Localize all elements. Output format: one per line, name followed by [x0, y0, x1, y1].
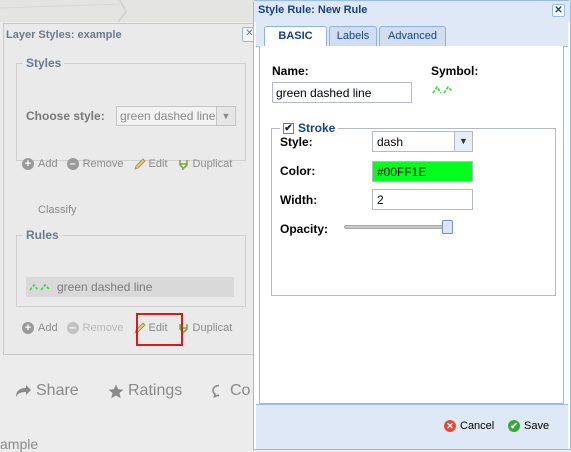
stroke-width-label: Width:	[280, 193, 318, 207]
styles-toolbar: + Add – Remove Edit Duplicat	[22, 155, 241, 173]
duplicate-rule-label: Duplicat	[192, 322, 233, 334]
rules-toolbar: + Add – Remove Edit Duplicat	[22, 319, 241, 337]
classify-link[interactable]: Classify	[38, 204, 77, 216]
duplicate-rule-button[interactable]: Duplicat	[177, 322, 233, 335]
styles-legend: Styles	[26, 56, 62, 70]
green-dash-symbol-icon	[29, 283, 50, 291]
add-rule-label: Add	[38, 322, 58, 334]
stroke-width-input[interactable]: 2	[372, 189, 473, 210]
slider-track	[344, 225, 448, 229]
cancel-label: Cancel	[460, 420, 495, 432]
cancel-icon: ✕	[444, 420, 456, 432]
bottom-action-bar: Share Ratings Co	[0, 372, 258, 412]
add-icon: +	[22, 158, 34, 170]
slider-thumb[interactable]	[442, 220, 453, 234]
stroke-style-select[interactable]: dash ▼	[372, 131, 473, 152]
stroke-legend: ✔ Stroke	[280, 121, 339, 135]
stroke-style-label: Style:	[280, 135, 313, 149]
edit-button-highlight	[136, 313, 183, 346]
remove-icon: –	[66, 158, 79, 170]
basic-tab-panel: Name: Symbol: green dashed line ✔ Stroke…	[259, 46, 564, 404]
remove-style-button[interactable]: – Remove	[66, 158, 124, 170]
comments-button[interactable]: Co	[212, 382, 250, 400]
map-background	[0, 0, 258, 22]
rules-legend: Rules	[26, 228, 59, 242]
ratings-button[interactable]: Ratings	[108, 382, 182, 400]
dialog-header: Style Rule: New Rule ✕	[254, 1, 570, 22]
share-button[interactable]: Share	[14, 382, 79, 400]
tab-labels[interactable]: Labels	[329, 26, 377, 46]
duplicate-style-button[interactable]: Duplicat	[177, 158, 233, 171]
edit-style-label: Edit	[148, 158, 168, 170]
add-style-button[interactable]: + Add	[22, 158, 58, 170]
style-rule-dialog: Style Rule: New Rule ✕ BASIC Labels Adva…	[253, 0, 571, 450]
dialog-footer: ✕ Cancel ✔ Save	[256, 404, 568, 449]
share-label: Share	[36, 382, 79, 399]
tab-basic[interactable]: BASIC	[264, 26, 327, 47]
duplicate-icon	[178, 159, 188, 170]
tab-advanced[interactable]: Advanced	[379, 26, 446, 46]
dialog-title: Style Rule: New Rule	[258, 4, 368, 16]
star-icon	[108, 384, 124, 398]
save-button[interactable]: ✔ Save	[508, 420, 549, 432]
chevron-down-icon: ▼	[216, 107, 235, 125]
stroke-color-label: Color:	[280, 164, 316, 178]
choose-style-value: green dashed line	[120, 109, 216, 123]
comments-label: Co	[230, 382, 251, 399]
remove-rule-label: Remove	[82, 322, 124, 334]
stroke-style-value: dash	[377, 135, 404, 149]
edit-style-button[interactable]: Edit	[133, 157, 168, 171]
map-roads	[0, 0, 127, 22]
rule-item-label: green dashed line	[57, 280, 153, 294]
cancel-button[interactable]: ✕ Cancel	[444, 420, 494, 432]
chevron-down-icon: ▼	[454, 132, 472, 151]
rule-list-item[interactable]: green dashed line	[26, 277, 234, 297]
stroke-legend-label: Stroke	[298, 121, 336, 135]
remove-style-label: Remove	[82, 158, 124, 170]
tab-strip: BASIC Labels Advanced	[256, 22, 568, 47]
duplicate-style-label: Duplicat	[192, 158, 233, 170]
save-label: Save	[524, 420, 550, 432]
add-rule-button[interactable]: + Add	[22, 322, 58, 334]
comment-icon	[212, 384, 220, 398]
choose-style-label: Choose style:	[26, 109, 105, 123]
name-label: Name:	[272, 64, 309, 78]
remove-rule-button[interactable]: – Remove	[66, 322, 124, 334]
rule-name-input[interactable]: green dashed line	[272, 82, 412, 103]
ratings-label: Ratings	[128, 382, 183, 399]
layer-styles-title: Layer Styles: example	[6, 29, 122, 41]
stroke-checkbox[interactable]: ✔	[283, 122, 294, 134]
stroke-opacity-label: Opacity:	[280, 222, 329, 236]
symbol-preview-icon	[432, 85, 453, 94]
pencil-icon	[133, 157, 146, 170]
stroke-opacity-slider[interactable]	[344, 220, 453, 234]
choose-style-select[interactable]: green dashed line ▼	[116, 106, 236, 126]
layer-styles-panel: Layer Styles: example ✕ Styles Choose st…	[3, 23, 258, 355]
stroke-fieldset: ✔ Stroke	[271, 121, 556, 296]
checkmark-icon: ✔	[508, 420, 520, 432]
share-icon	[16, 385, 31, 397]
symbol-label: Symbol:	[431, 64, 479, 78]
remove-icon: –	[66, 322, 79, 334]
add-style-label: Add	[38, 158, 58, 170]
stroke-color-field[interactable]: #00FF1E	[372, 161, 473, 182]
add-icon: +	[22, 322, 34, 334]
dialog-close-button[interactable]: ✕	[552, 4, 565, 17]
